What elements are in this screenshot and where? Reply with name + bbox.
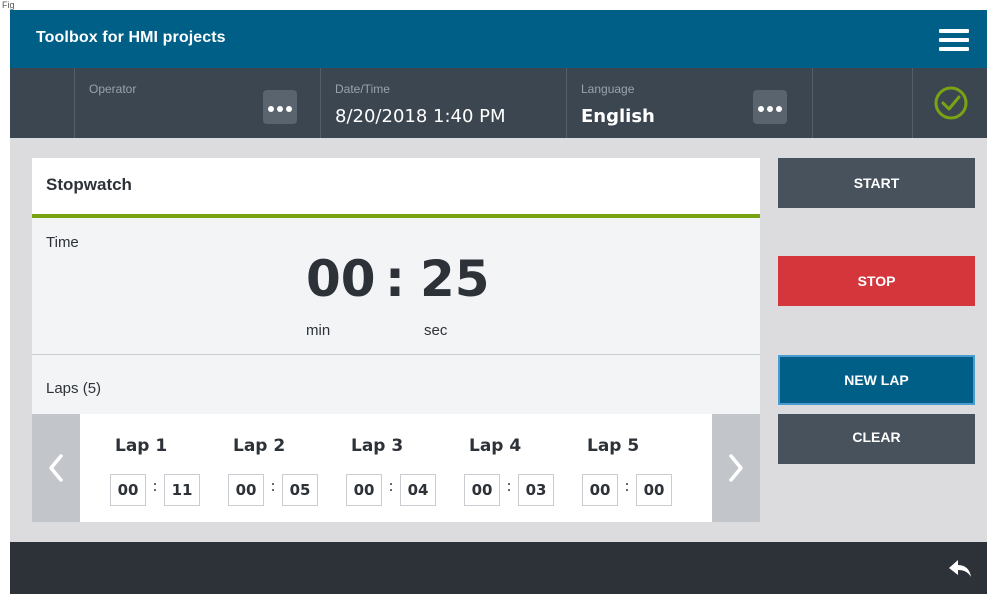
lap-colon: : [506, 477, 512, 495]
laps-prev-button[interactable] [32, 414, 80, 522]
lap-minutes: 00 [228, 474, 264, 506]
sec-unit: sec [424, 322, 448, 339]
lap-title: Lap 1 [115, 436, 168, 456]
lap-title: Lap 2 [233, 436, 286, 456]
seconds-display: 25 [420, 250, 490, 308]
lap-minutes: 00 [464, 474, 500, 506]
lap-seconds: 00 [636, 474, 672, 506]
chevron-left-icon [49, 454, 63, 482]
hmi-window: Fig Toolbox for HMI projects Operator Da… [0, 0, 987, 594]
operator-cell: Operator [74, 68, 320, 138]
app-title: Toolbox for HMI projects [36, 29, 226, 46]
footer-bar [10, 542, 987, 594]
lap-item: Lap 1 00 : 11 [108, 414, 208, 522]
stopwatch-panel: Stopwatch Time 00 : 25 min sec Laps (5) … [32, 158, 760, 522]
divider [32, 354, 760, 355]
lap-item: Lap 2 00 : 05 [226, 414, 326, 522]
lap-colon: : [624, 477, 630, 495]
language-caption: Language [581, 82, 635, 96]
lap-title: Lap 4 [469, 436, 522, 456]
figure-label: Fig [2, 0, 15, 10]
datetime-caption: Date/Time [335, 82, 390, 96]
language-cell: Language English [566, 68, 812, 138]
lap-item: Lap 3 00 : 04 [344, 414, 444, 522]
lap-colon: : [270, 477, 276, 495]
chevron-right-icon [729, 454, 743, 482]
check-circle-icon [934, 86, 968, 120]
operator-caption: Operator [89, 82, 137, 96]
lap-minutes: 00 [110, 474, 146, 506]
lap-colon: : [152, 477, 158, 495]
lap-minutes: 00 [346, 474, 382, 506]
lap-title: Lap 5 [587, 436, 640, 456]
min-unit: min [306, 322, 331, 339]
back-arrow-icon[interactable] [947, 557, 973, 581]
stopwatch-title: Stopwatch [46, 175, 132, 194]
new-lap-button[interactable]: NEW LAP [778, 355, 975, 405]
laps-label: Laps (5) [46, 380, 102, 397]
language-value: English [581, 106, 655, 127]
language-more-button[interactable] [753, 90, 787, 124]
lap-seconds: 04 [400, 474, 436, 506]
stopwatch-header: Stopwatch [32, 158, 760, 214]
datetime-cell: Date/Time 8/20/2018 1:40 PM [320, 68, 566, 138]
minutes-display: 00 [306, 250, 376, 308]
hmi-screen: Toolbox for HMI projects Operator Date/T… [10, 10, 987, 594]
lap-seconds: 03 [518, 474, 554, 506]
empty-cell [812, 68, 912, 138]
lap-title: Lap 3 [351, 436, 404, 456]
time-label: Time [46, 234, 79, 251]
datetime-value: 8/20/2018 1:40 PM [335, 106, 506, 127]
clear-button[interactable]: CLEAR [778, 414, 975, 464]
laps-strip: Lap 1 00 : 11 Lap 2 00 : 05 Lap 3 00 : 0… [32, 414, 760, 522]
stop-button[interactable]: STOP [778, 256, 975, 306]
title-bar: Toolbox for HMI projects [10, 10, 987, 68]
accent-line [32, 214, 760, 218]
lap-colon: : [388, 477, 394, 495]
lap-item: Lap 5 00 : 00 [580, 414, 680, 522]
lap-item: Lap 4 00 : 03 [462, 414, 562, 522]
start-button[interactable]: START [778, 158, 975, 208]
lap-minutes: 00 [582, 474, 618, 506]
menu-icon[interactable] [937, 27, 971, 53]
time-separator: : [385, 250, 405, 308]
header-info-bar: Operator Date/Time 8/20/2018 1:40 PM Lan… [10, 68, 987, 138]
lap-seconds: 05 [282, 474, 318, 506]
operator-more-button[interactable] [263, 90, 297, 124]
lap-seconds: 11 [164, 474, 200, 506]
laps-next-button[interactable] [712, 414, 760, 522]
